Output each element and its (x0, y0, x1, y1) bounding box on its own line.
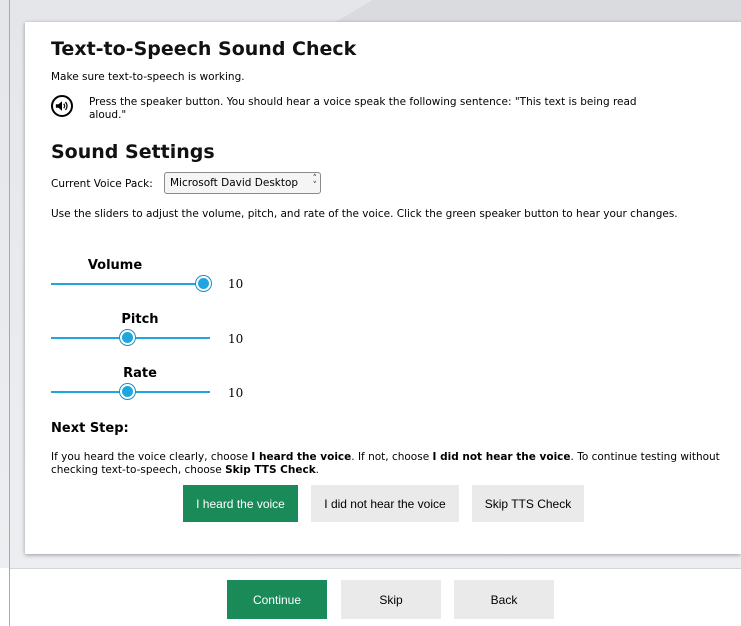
rate-label: Rate (123, 366, 157, 381)
volume-value: 10 (228, 277, 244, 291)
voice-pack-select[interactable]: Microsoft David Desktop ˄ ˅ (164, 172, 321, 194)
sound-check-panel: Text-to-Speech Sound Check Make sure tex… (25, 22, 741, 554)
heard-voice-button[interactable]: I heard the voice (183, 485, 298, 522)
skip-button[interactable]: Skip (341, 580, 441, 619)
pitch-slider-thumb[interactable] (119, 330, 135, 345)
continue-button[interactable]: Continue (227, 580, 327, 619)
voice-pack-value: Microsoft David Desktop (170, 177, 299, 189)
speaker-instruction: Press the speaker button. You should hea… (89, 96, 637, 121)
pitch-label: Pitch (121, 312, 159, 327)
skip-tts-check-button[interactable]: Skip TTS Check (472, 485, 584, 522)
rate-value: 10 (228, 386, 244, 400)
next-step-text: If you heard the voice clearly, choose I… (51, 451, 720, 476)
rate-slider-thumb[interactable] (119, 384, 135, 399)
sound-settings-heading: Sound Settings (51, 141, 215, 163)
speaker-button[interactable] (51, 95, 73, 117)
volume-slider-track[interactable] (51, 283, 203, 285)
did-not-hear-voice-button[interactable]: I did not hear the voice (311, 485, 459, 522)
back-button[interactable]: Back (454, 580, 554, 619)
speaker-icon (55, 101, 68, 111)
volume-slider-thumb[interactable] (195, 276, 211, 291)
slider-instructions: Use the sliders to adjust the volume, pi… (51, 208, 678, 220)
next-step-heading: Next Step: (51, 421, 129, 436)
updown-arrows-icon: ˄ ˅ (312, 174, 318, 191)
pitch-value: 10 (228, 332, 244, 346)
left-border (9, 0, 10, 626)
voice-pack-label: Current Voice Pack: (51, 178, 153, 190)
page-subtitle: Make sure text-to-speech is working. (51, 71, 245, 83)
volume-label: Volume (87, 258, 143, 273)
page-title: Text-to-Speech Sound Check (51, 38, 357, 60)
